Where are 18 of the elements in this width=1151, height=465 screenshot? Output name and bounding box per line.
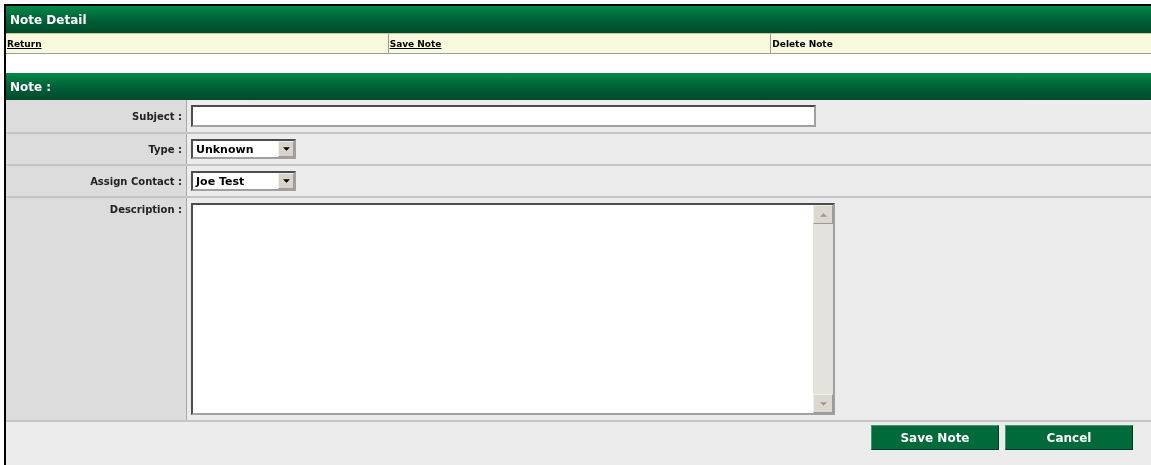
dropdown[interactable]: Unknown (191, 139, 296, 159)
dropdown[interactable]: Joe Test (191, 171, 296, 191)
section-title: Note : (10, 79, 52, 94)
subject-field[interactable] (191, 105, 816, 127)
form-button[interactable]: Save Note (871, 425, 999, 450)
toolbar-link[interactable]: Return (7, 38, 42, 49)
scroll-down-icon (813, 394, 833, 413)
scrollbar[interactable] (813, 205, 833, 413)
form-button[interactable]: Cancel (1005, 425, 1133, 450)
scroll-up-icon (813, 205, 833, 224)
toolbar-label: Delete Note (772, 38, 833, 49)
field-label: Assign Contact : (90, 175, 182, 187)
field-label: Description : (109, 204, 182, 215)
field-label: Type : (148, 143, 182, 155)
description-field[interactable] (191, 203, 835, 415)
toolbar-link[interactable]: Save Note (389, 38, 442, 49)
field-label: Subject : (132, 110, 182, 122)
page-title: Note Detail (10, 12, 87, 27)
